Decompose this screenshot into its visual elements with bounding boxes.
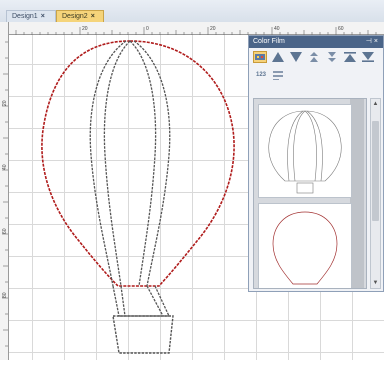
vertical-ruler-ticks: 20 40 60 80	[2, 41, 8, 347]
balloon-gore-right[interactable]	[133, 40, 171, 287]
list-icon[interactable]	[271, 69, 285, 81]
ruler-label: 20	[2, 100, 8, 106]
move-top-icon[interactable]	[343, 51, 357, 63]
ruler-label: 60	[338, 26, 344, 32]
color-film-scrollbar[interactable]: ▲ ▼	[370, 98, 381, 289]
film-mode-icon[interactable]	[253, 51, 267, 63]
ruler-label: 80	[2, 292, 8, 298]
thumbnail-gray-frame	[268, 110, 342, 194]
move-up-step-icon[interactable]	[307, 51, 321, 63]
pin-icon[interactable]: ⊣	[366, 38, 374, 45]
ruler-label: 60	[2, 228, 8, 234]
balloon-basket[interactable]	[112, 315, 174, 354]
list-gutter	[350, 99, 364, 288]
thumbnail-red-outline	[272, 211, 338, 285]
close-icon[interactable]: ×	[91, 13, 95, 20]
move-up-icon[interactable]	[271, 51, 285, 63]
balloon-gore-left-inner[interactable]	[103, 40, 131, 287]
tab-design1[interactable]: Design1 ×	[6, 10, 56, 22]
panel-title-bar[interactable]: Color Film ⊣×	[249, 36, 383, 48]
move-down-icon[interactable]	[289, 51, 303, 63]
tab-design1-label: Design1	[12, 13, 38, 20]
scroll-up-icon[interactable]: ▲	[371, 99, 380, 109]
close-icon[interactable]: ×	[374, 38, 380, 45]
move-down-step-icon[interactable]	[325, 51, 339, 63]
move-bottom-icon[interactable]	[361, 51, 375, 63]
horizontal-ruler-ticks: 20 0 20 40 60	[15, 26, 377, 35]
color-film-item[interactable]	[258, 203, 352, 288]
ruler-label: 0	[146, 26, 149, 32]
number-sort-icon[interactable]: 123	[253, 69, 269, 81]
balloon-gore-left[interactable]	[89, 40, 127, 287]
tab-design2[interactable]: Design2 ×	[56, 10, 104, 22]
scroll-down-icon[interactable]: ▼	[371, 278, 380, 288]
document-tab-bar: Design1 × Design2 ×	[0, 0, 384, 23]
ruler-label: 20	[82, 26, 88, 32]
horizontal-ruler: 20 0 20 40 60	[8, 22, 384, 35]
balloon-envelope-outline[interactable]	[41, 40, 235, 287]
balloon-ropes[interactable]	[112, 285, 170, 317]
vertical-ruler: 20 40 60 80	[0, 22, 9, 360]
ruler-label: 40	[274, 26, 280, 32]
color-film-panel: Color Film ⊣× 123 ▲ ▼	[248, 35, 384, 292]
ruler-label: 40	[2, 164, 8, 170]
color-film-item[interactable]	[258, 104, 352, 198]
ruler-label: 20	[210, 26, 216, 32]
close-icon[interactable]: ×	[41, 13, 45, 20]
balloon-gore-right-inner[interactable]	[129, 40, 157, 287]
scrollbar-thumb[interactable]	[372, 121, 379, 221]
number-sort-label: 123	[255, 72, 266, 78]
color-film-list[interactable]	[253, 98, 367, 289]
color-film-toolbar: 123	[253, 51, 383, 95]
panel-title: Color Film	[253, 38, 285, 45]
tab-design2-label: Design2	[62, 13, 88, 20]
